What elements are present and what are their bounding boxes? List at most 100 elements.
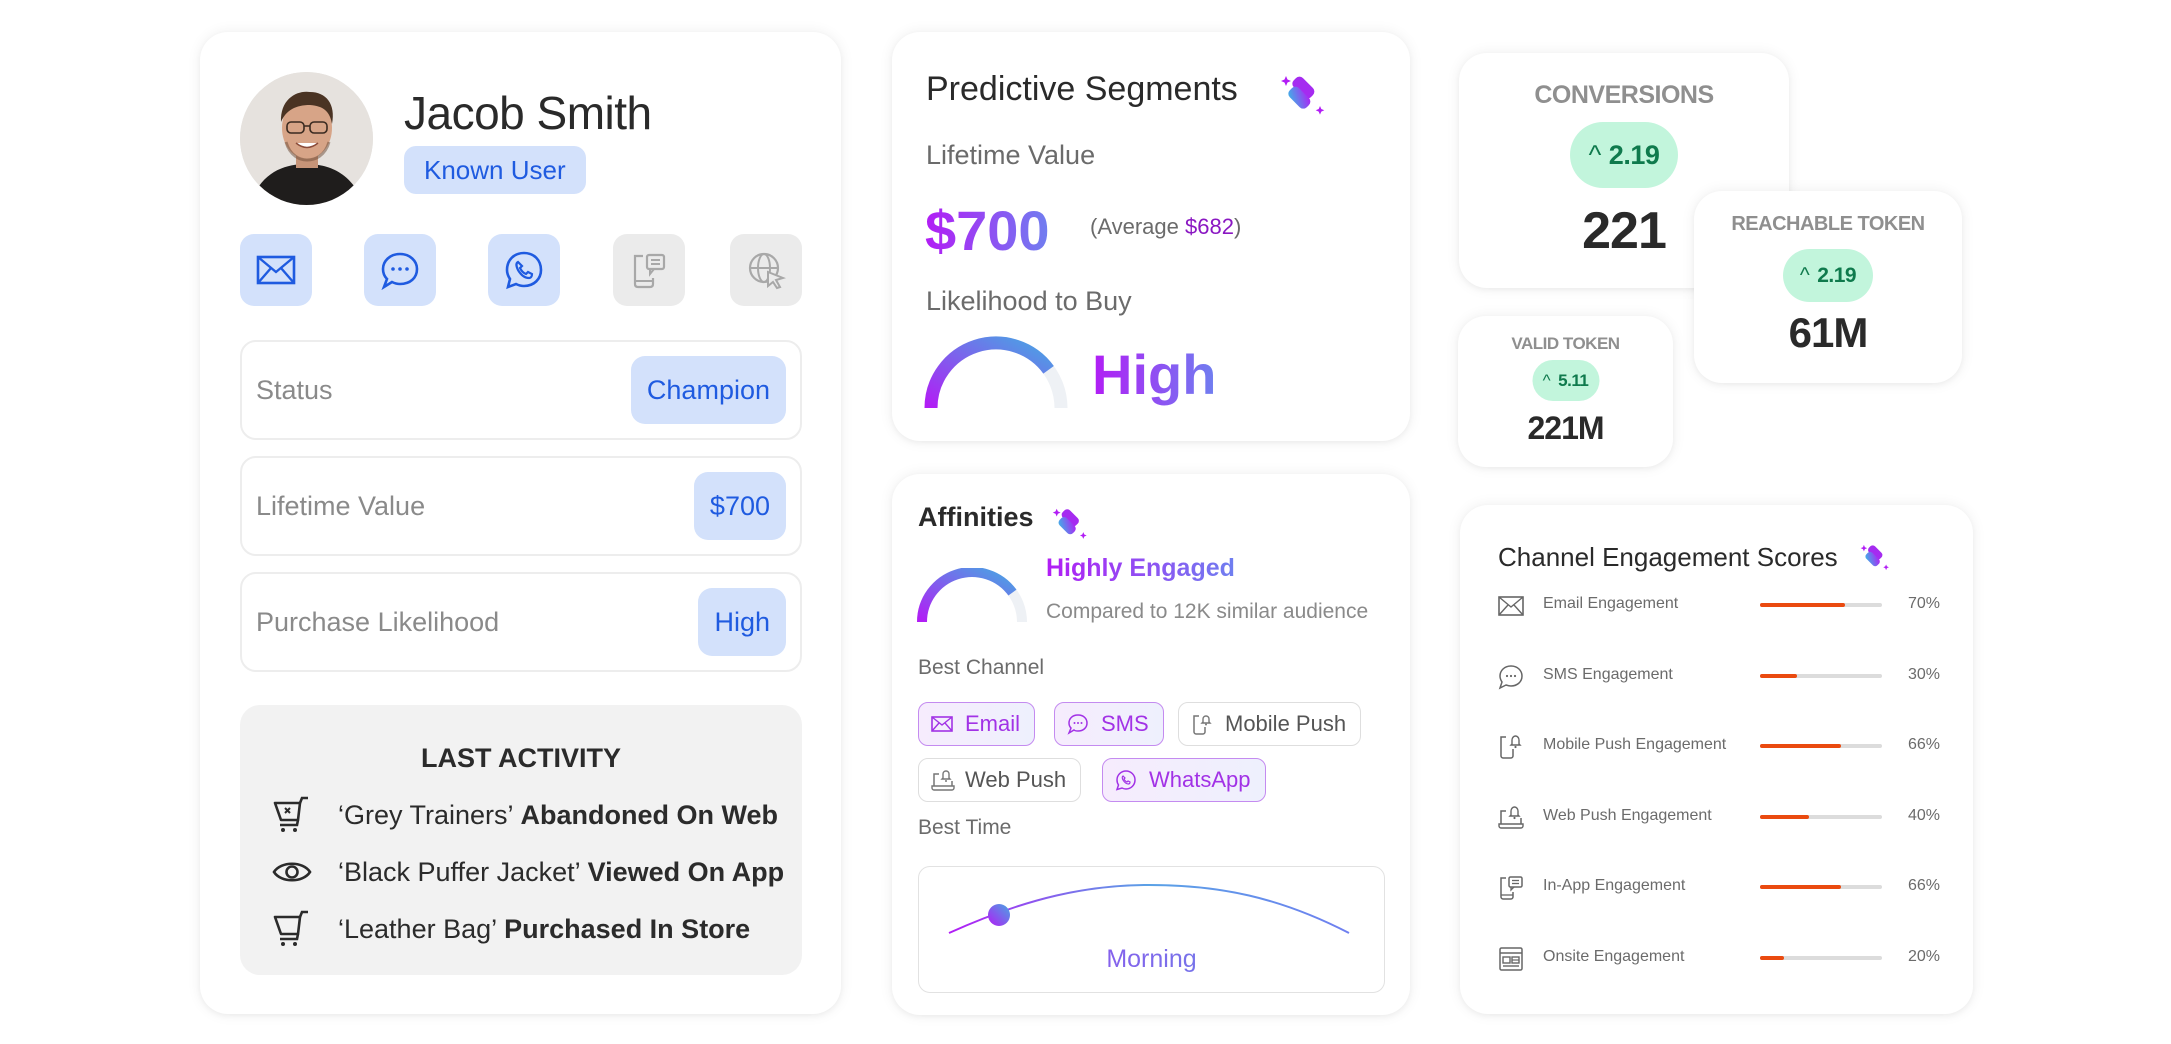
- compared-text: Compared to 12K similar audience: [1046, 600, 1369, 623]
- eye-icon: [272, 862, 312, 882]
- engagement-percent: 30%: [1907, 665, 1940, 683]
- chip-label: Web Push: [965, 767, 1067, 792]
- engagement-row: SMS Engagement 30%: [1498, 662, 1948, 692]
- engagement-level: Highly Engaged: [1046, 554, 1235, 582]
- engagement-progress-track: [1760, 814, 1882, 819]
- channel-engagement-card: Channel Engagement Scores Email Engageme…: [1460, 505, 1973, 1014]
- chip-label: WhatsApp: [1149, 767, 1251, 792]
- purchase-likelihood-label: Purchase Likelihood: [256, 607, 500, 637]
- best-channel-whatsapp[interactable]: WhatsApp: [1102, 758, 1266, 802]
- email-icon: [1498, 596, 1524, 616]
- kpi-value: 61M: [1788, 309, 1869, 356]
- ltv-value: $700: [925, 199, 1050, 262]
- sms-chat-icon: [1067, 714, 1088, 735]
- engagement-row: Mobile Push Engagement 66%: [1498, 732, 1948, 762]
- engagement-label: Mobile Push Engagement: [1543, 736, 1727, 753]
- activity-item-action: Purchased In Store: [504, 913, 751, 944]
- ai-sparkle-icon: [1280, 70, 1326, 116]
- last-activity-title: LAST ACTIVITY: [421, 743, 621, 773]
- sms-chat-icon: [381, 252, 419, 290]
- engagement-progress-track: [1760, 603, 1882, 607]
- status-value: Champion: [630, 356, 786, 424]
- channel-email-button[interactable]: [240, 234, 312, 306]
- engagement-progress-track: [1760, 673, 1882, 678]
- in-app-message-icon: [1500, 876, 1523, 900]
- engagement-percent: 40%: [1907, 806, 1940, 824]
- best-time-value: Morning: [919, 945, 1384, 974]
- activity-item: ‘Leather Bag’ Purchased In Store: [270, 909, 750, 949]
- lifetime-value-label: Lifetime Value: [256, 491, 426, 521]
- status-label: Status: [256, 375, 333, 405]
- web-push-icon: [1498, 805, 1524, 829]
- abandoned-cart-icon: [273, 796, 308, 832]
- best-time-marker[interactable]: [988, 904, 1010, 926]
- kpi-change-value: 2.19: [1608, 139, 1660, 170]
- user-type-badge: Known User: [404, 146, 586, 194]
- engagement-label: Web Push Engagement: [1543, 806, 1712, 824]
- engagement-progress-fill: [1760, 955, 1785, 960]
- email-icon: [931, 716, 953, 732]
- valid-token-kpi-card: VALID TOKEN ^ 5.11 221M: [1458, 316, 1673, 467]
- ltv-label: Lifetime Value: [926, 140, 1096, 170]
- best-channel-web-push[interactable]: Web Push: [918, 758, 1082, 802]
- engagement-gauge: [917, 568, 1027, 623]
- engagement-progress-track: [1760, 955, 1882, 960]
- average-ltv: (Average $682): [1090, 214, 1241, 240]
- engagement-percent: 66%: [1907, 736, 1940, 753]
- engagement-percent: 20%: [1907, 947, 1940, 965]
- best-time-chart: Morning: [918, 866, 1385, 993]
- kpi-label: VALID TOKEN: [1511, 334, 1620, 353]
- engagement-progress-fill: [1760, 603, 1846, 607]
- channel-whatsapp-button[interactable]: [488, 234, 560, 306]
- avatar-photo: [240, 72, 373, 205]
- up-caret-icon: ^: [1799, 263, 1810, 287]
- kpi-change-badge: ^ 2.19: [1783, 249, 1873, 302]
- engagement-row: Web Push Engagement 40%: [1498, 803, 1948, 833]
- best-time-curve: [948, 883, 1350, 934]
- engagement-progress-track: [1760, 885, 1882, 889]
- likelihood-value: High: [1092, 343, 1217, 406]
- whatsapp-icon: [1115, 770, 1136, 791]
- channel-web-button[interactable]: [730, 234, 802, 306]
- kpi-change-badge: ^ 2.19: [1570, 122, 1678, 188]
- affinities-card: Affinities Highly Engaged Compared to 12…: [892, 474, 1410, 1015]
- best-channel-mobile-push[interactable]: Mobile Push: [1178, 702, 1362, 746]
- kpi-label: CONVERSIONS: [1534, 81, 1714, 109]
- status-field: Status Champion: [240, 340, 802, 440]
- best-channel-email[interactable]: Email: [918, 702, 1036, 746]
- channel-sms-button[interactable]: [364, 234, 436, 306]
- mobile-push-icon: [1500, 735, 1522, 759]
- activity-item-name: ‘Black Puffer Jacket’: [338, 856, 581, 887]
- affinities-title: Affinities: [918, 502, 1034, 532]
- ai-sparkle-icon: [1052, 504, 1088, 540]
- likelihood-gauge: [924, 336, 1068, 409]
- kpi-change-badge: ^ 5.11: [1532, 360, 1599, 401]
- activity-item-name: ‘Leather Bag’: [338, 913, 498, 944]
- channel-in-app-button[interactable]: [613, 234, 685, 306]
- web-cursor-icon: [748, 252, 786, 290]
- reachable-token-kpi-card: REACHABLE TOKEN ^ 2.19 61M: [1694, 191, 1962, 383]
- best-channel-sms[interactable]: SMS: [1054, 702, 1164, 746]
- engagement-label: Email Engagement: [1543, 595, 1679, 612]
- engagement-row: In-App Engagement 66%: [1498, 873, 1948, 903]
- engagement-row: Email Engagement 70%: [1498, 591, 1948, 621]
- engagement-progress-fill: [1760, 673, 1797, 678]
- chip-label: Mobile Push: [1225, 711, 1347, 736]
- engagement-percent: 70%: [1907, 595, 1940, 612]
- last-activity-panel: LAST ACTIVITY ‘Grey Trainers’ Abandoned O…: [240, 705, 802, 975]
- chip-label: SMS: [1101, 711, 1149, 736]
- activity-item-action: Viewed On App: [587, 856, 785, 887]
- activity-item: ‘Grey Trainers’ Abandoned On Web: [270, 795, 778, 835]
- cart-icon: [273, 910, 308, 946]
- in-app-message-icon: [633, 253, 666, 289]
- engagement-progress-fill: [1760, 885, 1841, 889]
- purchase-likelihood-value: High: [698, 588, 786, 656]
- engagement-percent: 66%: [1907, 877, 1940, 894]
- average-value: $682: [1184, 214, 1234, 239]
- up-caret-icon: ^: [1588, 139, 1602, 170]
- email-icon: [256, 255, 296, 285]
- predictive-segments-title: Predictive Segments: [926, 70, 1238, 108]
- whatsapp-icon: [505, 251, 543, 290]
- avatar: [240, 72, 373, 205]
- kpi-change-value: 2.19: [1817, 263, 1857, 287]
